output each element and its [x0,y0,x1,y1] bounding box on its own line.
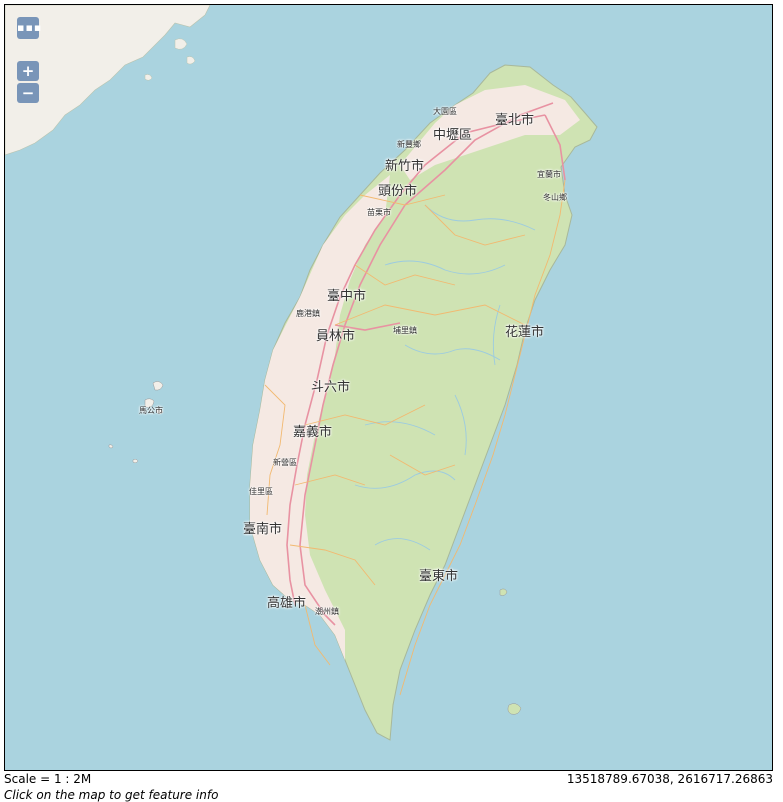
place-label-chiayi: 嘉義市 [293,425,333,440]
feature-info-hint: Click on the map to get feature info [4,788,219,802]
place-label-hsinchu: 新竹市 [385,159,425,174]
place-label-yilan: 宜蘭市 [537,170,561,179]
place-label-chaozhou: 潮州鎮 [315,607,339,616]
place-label-dongshan: 冬山鄉 [543,193,567,202]
scale-readout: Scale = 1 : 2M [4,772,92,786]
place-label-zhongli: 中壢區 [433,128,473,143]
mouse-position-readout: 13518789.67038, 2616717.26863 [566,772,773,786]
zoom-out-button[interactable]: − [17,83,39,103]
place-label-tainan: 臺南市 [243,522,283,537]
place-label-miaoli: 苗栗市 [367,208,391,217]
place-label-taitung: 臺東市 [419,569,459,584]
place-label-jiali: 佳里區 [249,487,273,496]
layer-switcher-button[interactable]: ▪▪▪ [17,17,43,39]
place-label-lugang: 鹿港鎮 [296,309,320,318]
place-label-toufen: 頭份市 [378,184,418,199]
orchid-island [507,703,522,715]
place-label-taipei: 臺北市 [495,113,535,128]
place-label-kaohsiung: 高雄市 [267,596,307,611]
place-label-xinying: 新營區 [273,458,297,467]
place-label-douliu: 斗六市 [311,380,351,395]
layers-icon: ▪▪▪ [17,21,43,34]
penghu-islands [108,381,164,464]
zoom-in-button[interactable]: + [17,61,39,81]
place-label-taichung: 臺中市 [327,289,367,304]
place-label-yuanlin: 員林市 [316,329,356,344]
minus-icon: − [21,84,35,102]
place-label-xinfeng: 新豐鄉 [397,140,421,149]
place-label-magong: 馬公市 [139,406,163,415]
map-tiles [5,5,598,741]
plus-icon: + [21,62,35,80]
green-island [499,588,508,596]
map-viewport[interactable]: ▪▪▪ + − 臺北市 中壢區 大園區 新豐鄉 新竹市 頭份市 苗栗市 宜蘭市 … [4,4,773,771]
place-label-puli: 埔里鎮 [393,326,417,335]
place-label-dayuan: 大園區 [433,107,457,116]
place-label-hualien: 花蓮市 [505,325,545,340]
